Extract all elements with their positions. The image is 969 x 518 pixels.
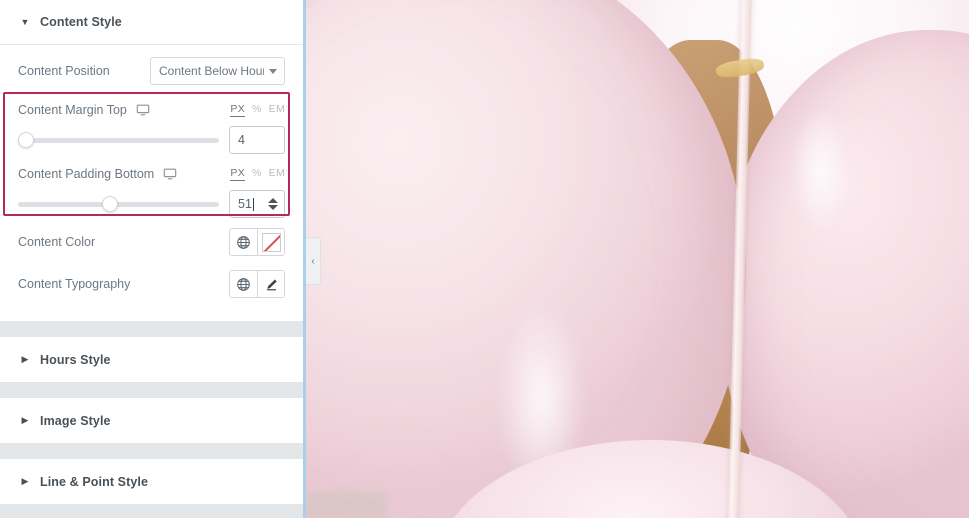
unit-em[interactable]: EM: [269, 167, 285, 179]
section-title-hours-style: Hours Style: [40, 352, 111, 367]
section-header-image-style[interactable]: ▶ Image Style: [0, 398, 303, 443]
floor-edge: [306, 492, 386, 518]
unit-percent[interactable]: %: [252, 103, 262, 115]
content-position-value: Content Below Hours: [159, 64, 264, 78]
section-title-content-style: Content Style: [40, 15, 122, 29]
content-margin-top-value: 4: [238, 133, 245, 147]
row-content-typography: Content Typography: [18, 263, 285, 305]
content-margin-top-input[interactable]: 4: [229, 126, 285, 154]
content-position-select[interactable]: Content Below Hours: [150, 57, 285, 85]
number-spinner[interactable]: [268, 198, 278, 210]
content-padding-bottom-input[interactable]: 51: [229, 190, 285, 218]
section-header-content-style[interactable]: ▼ Content Style: [0, 0, 303, 45]
panel-collapse-handle[interactable]: ‹: [306, 237, 321, 285]
slider-thumb[interactable]: [18, 132, 34, 148]
unit-toggle-padding-bottom: PX % EM: [230, 167, 285, 181]
slider-thumb[interactable]: [102, 196, 119, 212]
content-padding-bottom-value: 51: [238, 197, 252, 211]
control-content-padding-bottom: Content Padding Bottom PX % EM 51: [18, 157, 285, 221]
caret-down-icon: ▼: [20, 16, 30, 27]
label-content-position: Content Position: [18, 64, 110, 78]
content-margin-top-header: Content Margin Top PX % EM: [18, 97, 285, 123]
unit-toggle-margin-top: PX % EM: [230, 103, 285, 117]
globe-icon[interactable]: [230, 271, 257, 297]
pencil-icon[interactable]: [257, 271, 284, 297]
balloon-shine: [791, 105, 851, 235]
caret-right-icon: ▶: [21, 476, 29, 486]
label-content-margin-top: Content Margin Top: [18, 103, 127, 117]
row-content-position: Content Position Content Below Hours: [18, 45, 285, 93]
caret-right-icon: ▶: [21, 415, 29, 425]
spinner-down-icon[interactable]: [268, 205, 278, 210]
unit-percent[interactable]: %: [252, 167, 262, 179]
section-divider: [0, 321, 303, 337]
content-color-controls: [229, 228, 285, 256]
content-typography-controls: [229, 270, 285, 298]
content-margin-top-body: 4: [18, 123, 285, 157]
unit-em[interactable]: EM: [269, 103, 285, 115]
content-margin-top-slider[interactable]: [18, 132, 219, 148]
no-color-swatch-icon[interactable]: [257, 229, 284, 255]
section-title-line-point-style: Line & Point Style: [40, 474, 149, 489]
chevron-left-icon: ‹: [311, 255, 315, 267]
content-padding-bottom-body: 51: [18, 187, 285, 221]
caret-right-icon: ▶: [21, 354, 29, 364]
section-header-line-point-style[interactable]: ▶ Line & Point Style: [0, 459, 303, 504]
section-title-image-style: Image Style: [40, 413, 111, 428]
content-padding-bottom-header: Content Padding Bottom PX % EM: [18, 161, 285, 187]
section-header-hours-style[interactable]: ▶ Hours Style: [0, 337, 303, 382]
spinner-up-icon[interactable]: [268, 198, 278, 203]
label-content-typography: Content Typography: [18, 277, 131, 291]
label-content-color: Content Color: [18, 235, 96, 249]
color-swatch-empty: [261, 232, 281, 252]
preview-image: [306, 0, 969, 518]
content-padding-bottom-slider[interactable]: [18, 196, 219, 212]
content-style-body: Content Position Content Below Hours Con…: [0, 45, 303, 321]
chevron-down-icon: [269, 69, 277, 74]
label-content-padding-bottom: Content Padding Bottom: [18, 167, 155, 181]
section-divider: [0, 382, 303, 398]
globe-icon[interactable]: [230, 229, 257, 255]
slider-track: [18, 137, 219, 143]
style-settings-panel: ▼ Content Style Content Position Content…: [0, 0, 306, 518]
section-divider: [0, 443, 303, 459]
desktop-icon[interactable]: [163, 167, 177, 181]
unit-px[interactable]: PX: [230, 167, 245, 181]
control-content-margin-top: Content Margin Top PX % EM 4: [18, 93, 285, 157]
unit-px[interactable]: PX: [230, 103, 245, 117]
row-content-color: Content Color: [18, 221, 285, 263]
slider-track: [18, 201, 219, 207]
editor-window: ▼ Content Style Content Position Content…: [0, 0, 969, 518]
desktop-icon[interactable]: [136, 103, 150, 117]
text-cursor: [252, 197, 254, 211]
